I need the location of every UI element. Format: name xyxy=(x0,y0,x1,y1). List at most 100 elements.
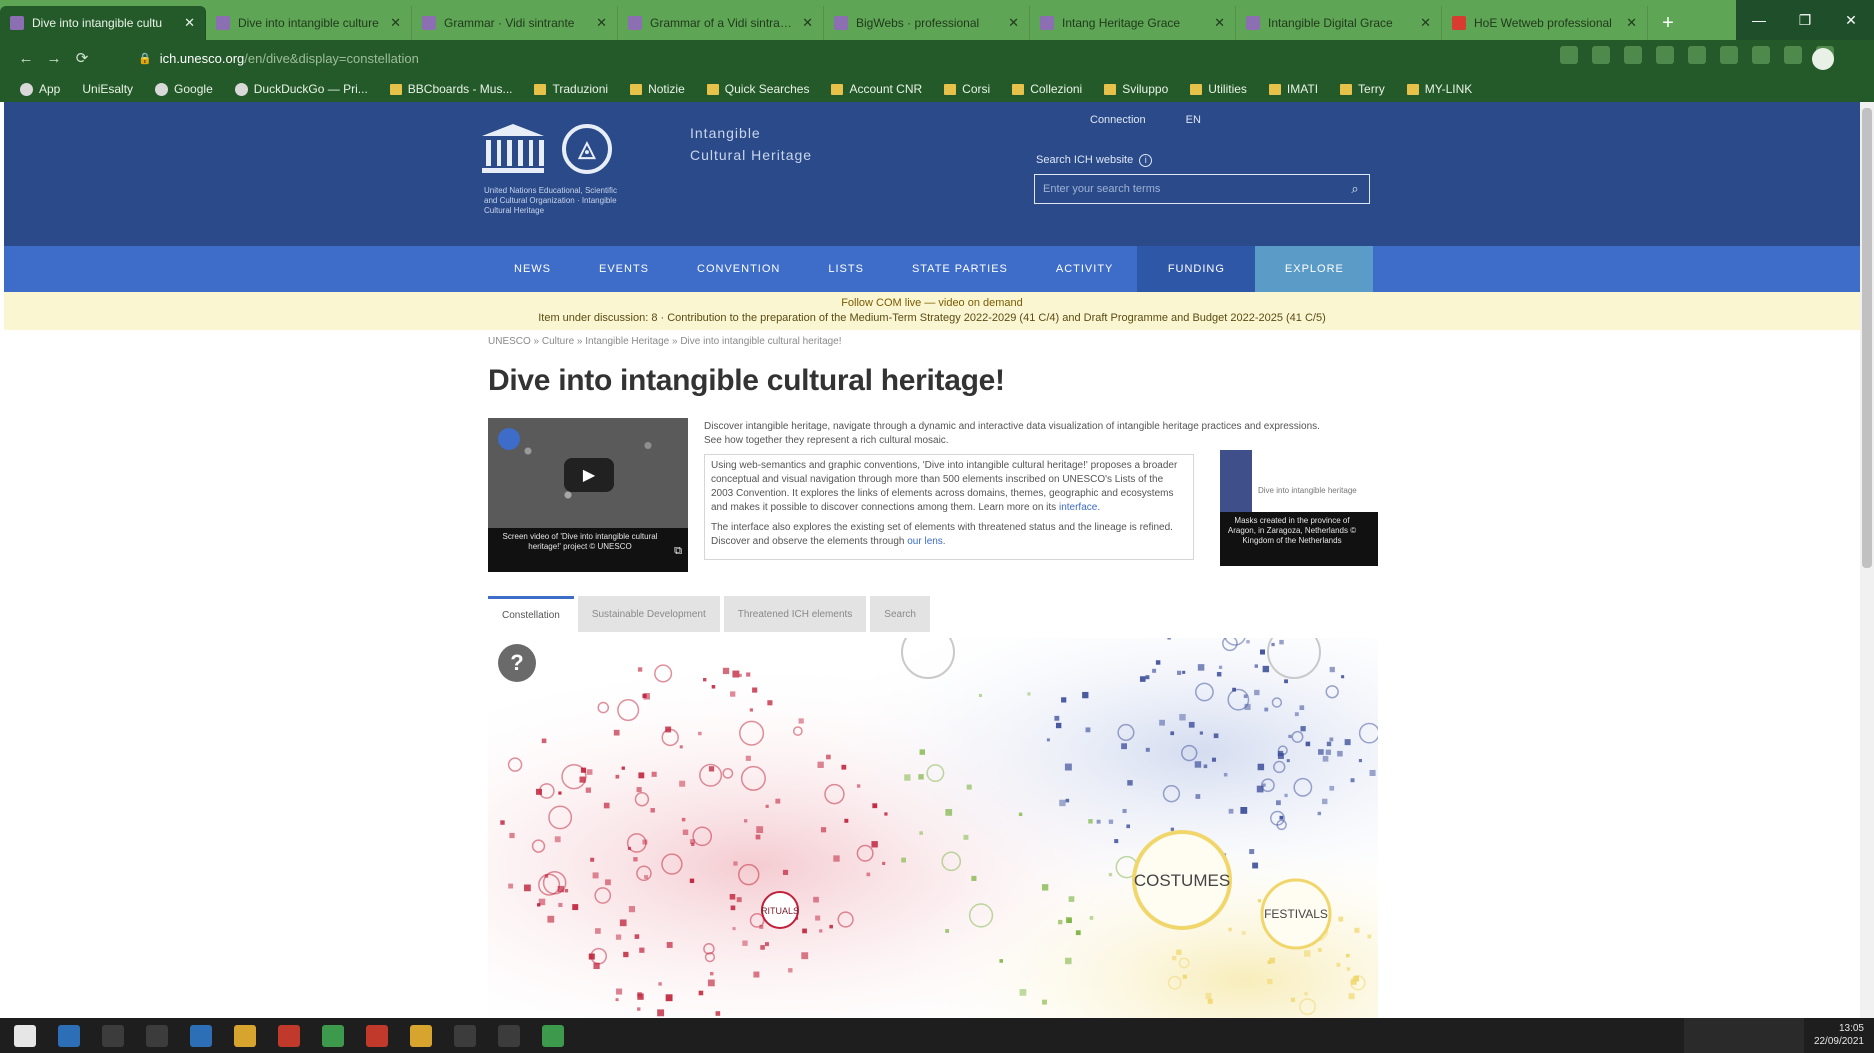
element-node[interactable] xyxy=(1096,819,1101,824)
element-node[interactable] xyxy=(1171,955,1177,961)
close-icon[interactable]: ✕ xyxy=(1626,15,1637,31)
close-icon[interactable]: ✕ xyxy=(390,15,401,31)
element-node[interactable] xyxy=(1199,731,1203,735)
element-node[interactable] xyxy=(978,693,983,697)
element-node[interactable] xyxy=(1279,815,1284,820)
element-node[interactable] xyxy=(603,802,610,809)
element-node[interactable] xyxy=(1108,872,1113,877)
element-node[interactable] xyxy=(592,872,599,879)
extension-icon[interactable] xyxy=(1688,46,1706,64)
element-node[interactable] xyxy=(882,861,886,865)
element-node[interactable] xyxy=(593,962,600,969)
close-icon[interactable]: ✕ xyxy=(1420,15,1431,31)
external-link-icon[interactable]: ⧉ xyxy=(674,545,682,558)
bookmark[interactable]: UniEsalty xyxy=(82,82,133,96)
close-icon[interactable]: ✕ xyxy=(1008,15,1019,31)
element-node[interactable] xyxy=(788,968,793,973)
element-node[interactable] xyxy=(1228,927,1232,932)
taskbar-app-icon[interactable] xyxy=(542,1024,564,1047)
element-node[interactable] xyxy=(971,875,977,881)
element-node[interactable] xyxy=(558,902,563,908)
nav-item-convention[interactable]: CONVENTION xyxy=(673,246,804,292)
element-node[interactable] xyxy=(681,817,686,822)
bookmark-folder[interactable]: Sviluppo xyxy=(1104,82,1168,96)
back-icon[interactable]: ← xyxy=(12,50,40,67)
element-node[interactable] xyxy=(634,934,640,939)
bookmark[interactable]: Google xyxy=(155,82,213,96)
tab-constellation[interactable]: Constellation xyxy=(488,596,574,632)
element-node[interactable] xyxy=(633,857,638,862)
element-node[interactable] xyxy=(1207,998,1213,1004)
element-node[interactable] xyxy=(1089,916,1094,920)
element-node[interactable] xyxy=(616,988,623,995)
element-node[interactable] xyxy=(615,934,622,940)
element-node[interactable] xyxy=(657,1009,665,1017)
cluster-festivals[interactable]: FESTIVALS xyxy=(1260,878,1332,950)
element-node[interactable] xyxy=(1170,731,1175,736)
bookmark-folder[interactable]: MY-LINK xyxy=(1406,82,1472,96)
taskbar-app-icon[interactable] xyxy=(454,1024,476,1047)
element-node[interactable] xyxy=(554,836,561,843)
element-node[interactable] xyxy=(764,942,769,947)
element-node[interactable] xyxy=(730,691,736,697)
element-node[interactable] xyxy=(500,820,505,825)
element-node[interactable] xyxy=(819,929,823,933)
element-node[interactable] xyxy=(1177,670,1182,675)
element-node[interactable] xyxy=(919,831,923,835)
element-node[interactable] xyxy=(1179,714,1186,721)
taskbar-app-icon[interactable] xyxy=(102,1024,124,1047)
element-node[interactable] xyxy=(1042,999,1047,1005)
element-node[interactable] xyxy=(1329,737,1334,742)
element-node[interactable] xyxy=(665,994,673,1002)
element-node[interactable] xyxy=(901,857,907,863)
bookmark-folder[interactable]: Notizie xyxy=(630,82,685,96)
element-node[interactable] xyxy=(904,774,911,781)
element-node[interactable] xyxy=(711,685,716,689)
element-node[interactable] xyxy=(665,726,672,733)
element-node[interactable] xyxy=(1188,721,1195,728)
element-node[interactable] xyxy=(1317,811,1322,816)
element-node[interactable] xyxy=(1254,664,1258,668)
element-node[interactable] xyxy=(1304,992,1308,996)
interface-link[interactable]: interface. xyxy=(1059,502,1100,513)
element-node[interactable] xyxy=(1286,759,1290,763)
element-node[interactable] xyxy=(1065,957,1072,965)
bookmark-folder[interactable]: Quick Searches xyxy=(706,82,809,96)
nav-item-explore[interactable]: EXPLORE xyxy=(1255,246,1374,292)
element-node[interactable] xyxy=(746,672,751,677)
star-icon[interactable] xyxy=(1592,46,1610,64)
element-node[interactable] xyxy=(537,903,541,907)
element-node[interactable] xyxy=(1259,649,1266,655)
element-node[interactable] xyxy=(782,869,789,875)
element-node[interactable] xyxy=(732,927,736,931)
element-node[interactable] xyxy=(1182,974,1187,979)
element-node[interactable] xyxy=(1341,675,1345,679)
element-node[interactable] xyxy=(736,897,742,903)
element-node[interactable] xyxy=(813,896,819,903)
bookmark-folder[interactable]: Traduzioni xyxy=(534,82,608,96)
element-node[interactable] xyxy=(767,700,773,706)
element-node[interactable] xyxy=(1354,927,1360,933)
element-node[interactable] xyxy=(1195,794,1201,799)
taskbar-app-icon[interactable] xyxy=(498,1024,520,1047)
browser-tab[interactable]: BigWebs · professional ✕ xyxy=(824,6,1030,40)
breadcrumb[interactable]: UNESCO » Culture » Intangible Heritage »… xyxy=(488,336,842,347)
browser-tab[interactable]: Grammar of a Vidi sintrante ✕ xyxy=(618,6,824,40)
play-icon[interactable]: ▶ xyxy=(564,458,614,492)
maximize-button[interactable]: ❐ xyxy=(1782,0,1828,40)
element-node[interactable] xyxy=(547,915,555,923)
unesco-logo[interactable]: ◬ United Nations Educational, Scientific… xyxy=(482,124,617,215)
element-node[interactable] xyxy=(1322,755,1329,762)
connection-link[interactable]: Connection xyxy=(1090,114,1146,126)
element-node[interactable] xyxy=(1305,741,1311,747)
bookmark-folder[interactable]: Collezioni xyxy=(1012,82,1082,96)
scroll-thumb[interactable] xyxy=(1862,108,1872,568)
element-node[interactable] xyxy=(595,928,601,934)
element-node[interactable] xyxy=(753,971,760,978)
element-node[interactable] xyxy=(1338,916,1344,922)
element-node[interactable] xyxy=(1344,739,1351,746)
element-node[interactable] xyxy=(1046,738,1050,742)
bookmark[interactable]: DuckDuckGo — Pri... xyxy=(234,82,368,96)
element-node[interactable] xyxy=(1058,919,1063,925)
element-node[interactable] xyxy=(558,791,562,795)
